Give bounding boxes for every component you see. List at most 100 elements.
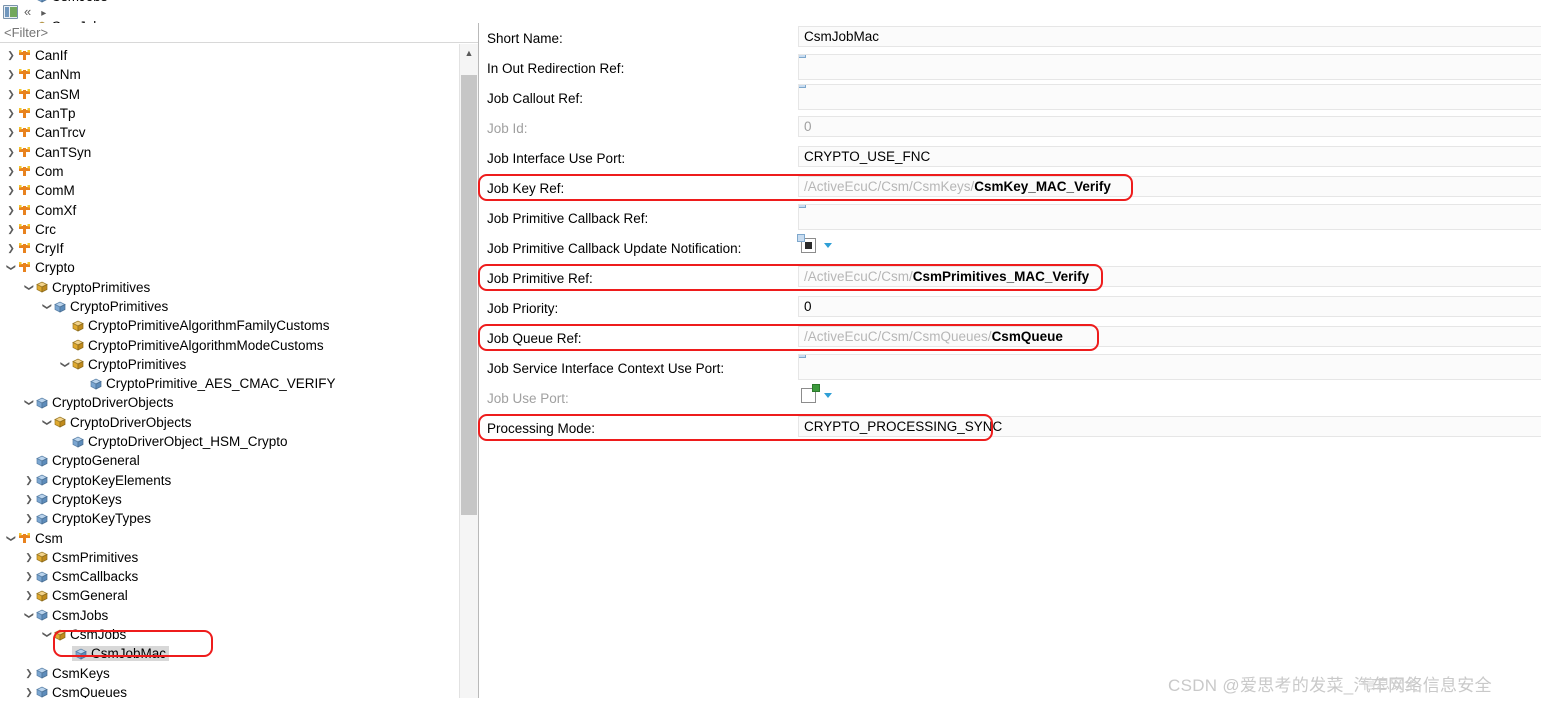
tree-item-com[interactable]: ❯ Com <box>0 162 458 181</box>
tree-item-label: CryIf <box>35 241 64 256</box>
tree-item-cryptodriverobjects[interactable]: ❯CryptoDriverObjects <box>0 393 458 412</box>
chevron-right-icon[interactable]: ❯ <box>22 586 36 605</box>
tree-item-canif[interactable]: ❯CanIf <box>0 46 458 65</box>
tree-item-cryif[interactable]: ❯ CryIf <box>0 239 458 258</box>
tree-item-cryptoprimitives[interactable]: ❯CryptoPrimitives <box>0 355 458 374</box>
breadcrumb-item-csmjobs-1[interactable]: CsmJobs <box>36 0 126 4</box>
tree-item-crc[interactable]: ❯Crc <box>0 220 458 239</box>
input-in-out-redirection-ref[interactable] <box>798 54 1541 80</box>
input-job-primitive-ref[interactable]: /ActiveEcuC/Csm/CsmPrimitives_MAC_Verify <box>798 266 1541 287</box>
chevron-right-icon[interactable]: ❯ <box>4 239 18 258</box>
tree-item-content: CryptoPrimitives <box>72 357 186 372</box>
tree-item-csmcallbacks[interactable]: ❯ CsmCallbacks <box>0 567 458 586</box>
tree-item-csmprimitives[interactable]: ❯CsmPrimitives <box>0 548 458 567</box>
tree-item-cansm[interactable]: ❯CanSM <box>0 85 458 104</box>
tree-item-cryptokeytypes[interactable]: ❯CryptoKeyTypes <box>0 509 458 528</box>
chevron-right-icon[interactable]: ❯ <box>4 181 18 200</box>
tree-item-cantp[interactable]: ❯CanTp <box>0 104 458 123</box>
tree-item-cryptodriverobjects[interactable]: ❯CryptoDriverObjects <box>0 413 458 432</box>
tree-item-comm[interactable]: ❯ComM <box>0 181 458 200</box>
tree-item-content: CryptoPrimitive_AES_CMAC_VERIFY <box>90 376 336 391</box>
tree-item-comxf[interactable]: ❯ComXf <box>0 200 458 219</box>
tree-item-cryptoprimitivealgorithmmodecustoms[interactable]: CryptoPrimitiveAlgorithmModeCustoms <box>0 335 458 354</box>
tree-item-content: CryptoKeys <box>36 492 122 507</box>
tree-item-label: Com <box>35 164 64 179</box>
tree-item-csm[interactable]: ❯Csm <box>0 528 458 547</box>
tree-item-cryptokeyelements[interactable]: ❯CryptoKeyElements <box>0 471 458 490</box>
breadcrumb-back-glyph[interactable]: « <box>24 4 31 19</box>
chevron-right-icon[interactable]: ❯ <box>4 143 18 162</box>
tree-item-csmjobs[interactable]: ❯CsmJobs <box>0 606 458 625</box>
tree-item-label: CsmJobs <box>70 627 126 642</box>
chevron-right-icon[interactable]: ❯ <box>22 664 36 683</box>
override-marker-icon <box>798 204 806 208</box>
tree-item-cryptodriverobject-hsm-crypto[interactable]: CryptoDriverObject_HSM_Crypto <box>0 432 458 451</box>
input-job-service-interface-context-use-port[interactable] <box>798 354 1541 380</box>
filter-bar[interactable] <box>0 23 478 43</box>
chevron-right-icon[interactable]: ❯ <box>4 65 18 84</box>
chevron-right-icon[interactable]: ❯ <box>4 162 18 181</box>
form-control-wrap-job-primitive-ref: /ActiveEcuC/Csm/CsmPrimitives_MAC_Verify <box>798 263 1541 293</box>
tree-item-cryptoprimitives[interactable]: ❯CryptoPrimitives <box>0 278 458 297</box>
view-icon[interactable] <box>3 5 18 19</box>
input-short-name[interactable]: CsmJobMac <box>798 26 1541 47</box>
chevron-right-icon[interactable]: ❯ <box>22 490 36 509</box>
cube-blue-icon <box>36 667 48 679</box>
input-processing-mode[interactable]: CRYPTO_PROCESSING_SYNC <box>798 416 1541 437</box>
input-job-interface-use-port[interactable]: CRYPTO_USE_FNC <box>798 146 1541 167</box>
chevron-right-icon[interactable]: ❯ <box>4 85 18 104</box>
tree-item-cryptoprimitives[interactable]: ❯CryptoPrimitives <box>0 297 458 316</box>
tree-item-cantrcv[interactable]: ❯CanTrcv <box>0 123 458 142</box>
breadcrumb[interactable]: « Csm▸CsmJobs▸CsmJobs▸CsmJobMac <box>0 0 1541 23</box>
cube-blue-icon <box>36 493 48 505</box>
cube-gold-icon <box>72 358 84 370</box>
tree-item-label: CsmCallbacks <box>52 569 138 584</box>
chevron-right-icon[interactable]: ❯ <box>22 567 36 586</box>
breadcrumb-items: Csm▸CsmJobs▸CsmJobs▸CsmJobMac <box>36 0 126 23</box>
tree-vertical-scrollbar[interactable]: ▲ <box>459 44 478 702</box>
scroll-up-arrow-icon[interactable]: ▲ <box>460 44 478 61</box>
chevron-right-icon[interactable]: ❯ <box>22 548 36 567</box>
tree-item-csmkeys[interactable]: ❯CsmKeys <box>0 664 458 683</box>
input-job-queue-ref[interactable]: /ActiveEcuC/Csm/CsmQueues/CsmQueue <box>798 326 1541 347</box>
input-job-priority[interactable]: 0 <box>798 296 1541 317</box>
tree-item-csmgeneral[interactable]: ❯CsmGeneral <box>0 586 458 605</box>
input-job-key-ref[interactable]: /ActiveEcuC/Csm/CsmKeys/CsmKey_MAC_Verif… <box>798 176 1541 197</box>
module-icon <box>18 261 31 274</box>
tree-item-content: CanTrcv <box>18 125 86 140</box>
tree-item-cannm[interactable]: ❯CanNm <box>0 65 458 84</box>
chevron-right-icon[interactable]: ❯ <box>22 471 36 490</box>
chevron-right-icon[interactable]: ❯ <box>22 509 36 528</box>
tree-spacer <box>22 451 36 470</box>
checkbox-job-primitive-callback-update-notification[interactable] <box>801 238 816 253</box>
input-job-id[interactable]: 0 <box>798 116 1541 137</box>
chevron-right-icon[interactable]: ❯ <box>4 220 18 239</box>
tree-item-cryptoprimitive-aes-cmac-verify[interactable]: CryptoPrimitive_AES_CMAC_VERIFY <box>0 374 458 393</box>
tree-item-cryptoprimitivealgorithmfamilycustoms[interactable]: CryptoPrimitiveAlgorithmFamilyCustoms <box>0 316 458 335</box>
chevron-right-icon[interactable]: ❯ <box>4 201 18 220</box>
tree-item-csmjobmac[interactable]: CsmJobMac <box>0 644 458 663</box>
cube-gold-icon <box>36 551 48 563</box>
checkbox-job-use-port[interactable] <box>801 388 816 403</box>
chevron-down-icon[interactable] <box>824 243 832 248</box>
tree-item-crypto[interactable]: ❯Crypto <box>0 258 458 277</box>
scrollbar-thumb[interactable] <box>461 75 477 515</box>
input-job-primitive-callback-ref[interactable] <box>798 204 1541 230</box>
tree-item-csmjobs[interactable]: ❯CsmJobs <box>0 625 458 644</box>
override-marker-icon <box>798 354 806 358</box>
chevron-right-icon[interactable]: ❯ <box>4 123 18 142</box>
input-job-callout-ref[interactable] <box>798 84 1541 110</box>
tree-item-cantsyn[interactable]: ❯CanTSyn <box>0 142 458 161</box>
tree-item-content: CanTSyn <box>18 145 91 160</box>
form-row-job-primitive-callback-update-notification: Job Primitive Callback Update Notificati… <box>480 233 1541 263</box>
tree-item-content: CryptoDriverObjects <box>36 395 174 410</box>
filter-input[interactable] <box>4 25 444 40</box>
chevron-right-icon[interactable]: ❯ <box>4 46 18 65</box>
tree-scroll-area[interactable]: ❯CanIf❯CanNm❯CanSM❯CanTp❯CanTrcv❯CanTSyn… <box>0 44 478 702</box>
chevron-down-icon[interactable] <box>824 393 832 398</box>
tree-item-cryptokeys[interactable]: ❯CryptoKeys <box>0 490 458 509</box>
tree-item-cryptogeneral[interactable]: CryptoGeneral <box>0 451 458 470</box>
chevron-right-icon[interactable]: ❯ <box>4 104 18 123</box>
application-window: « Csm▸CsmJobs▸CsmJobs▸CsmJobMac ❯CanIf❯C… <box>0 0 1541 702</box>
form-row-job-interface-use-port: Job Interface Use Port:CRYPTO_USE_FNC <box>480 143 1541 173</box>
